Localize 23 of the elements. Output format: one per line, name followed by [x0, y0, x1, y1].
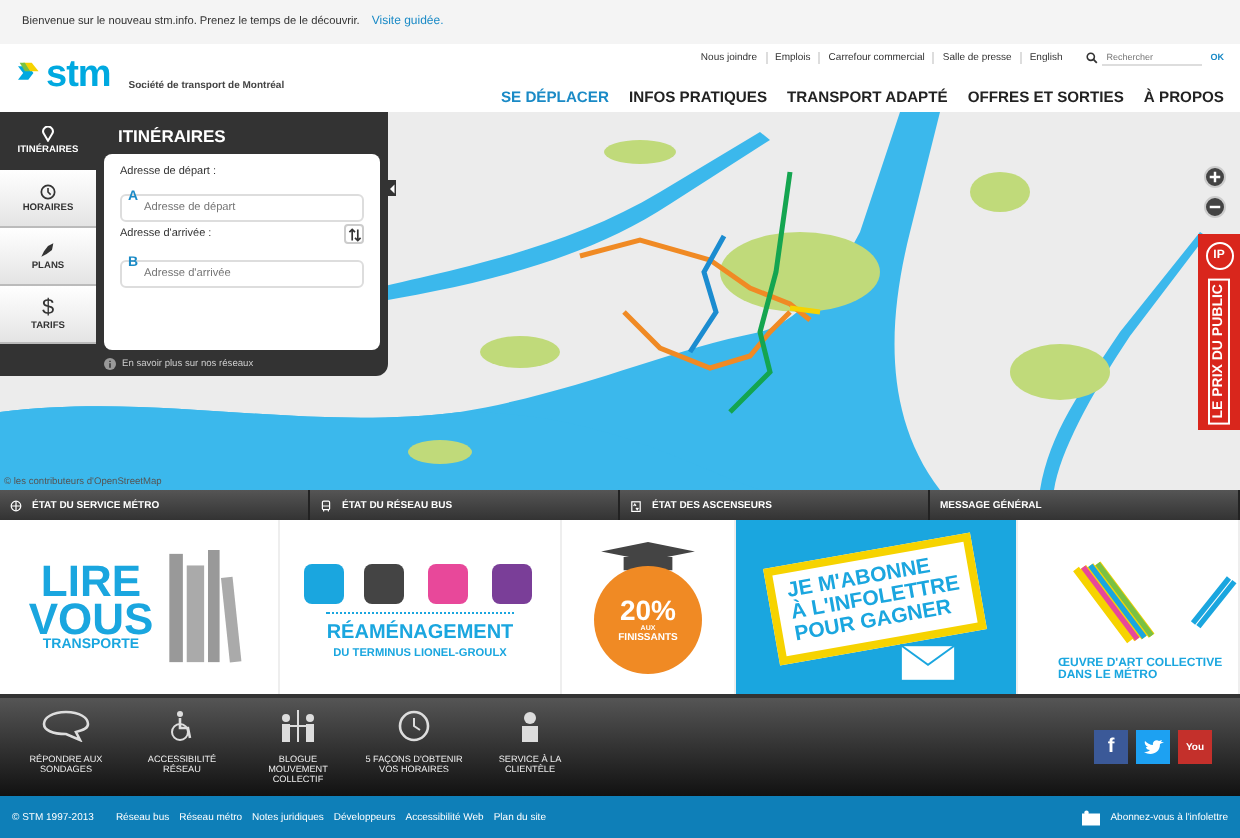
promo-headline: LIRE	[40, 562, 142, 600]
twitter-button[interactable]	[1136, 730, 1170, 764]
elevator-icon	[630, 499, 642, 511]
search-icon	[1086, 51, 1099, 63]
collapse-button[interactable]	[388, 180, 396, 196]
speech-bubble-icon	[42, 710, 90, 742]
facebook-button[interactable]: f	[1094, 730, 1128, 764]
bird-icon	[1143, 739, 1163, 755]
logo-arrow-icon	[18, 61, 42, 83]
swap-button[interactable]	[344, 224, 364, 244]
panel-title: ITINÉRAIRES	[116, 124, 228, 150]
clock-icon	[40, 183, 56, 199]
graduation-cap-icon	[600, 541, 696, 571]
plus-icon	[1208, 170, 1222, 184]
bus-icon	[320, 499, 332, 511]
metro-icon	[10, 499, 22, 511]
promo-headline: VOUS	[28, 600, 154, 638]
promo-headline: RÉAMÉNAGEMENT	[326, 611, 514, 643]
minus-icon	[1208, 200, 1222, 214]
info-icon	[104, 358, 116, 370]
envelope-icon	[900, 644, 956, 682]
swap-arrows-icon	[347, 227, 361, 241]
pin-icon	[40, 125, 56, 141]
